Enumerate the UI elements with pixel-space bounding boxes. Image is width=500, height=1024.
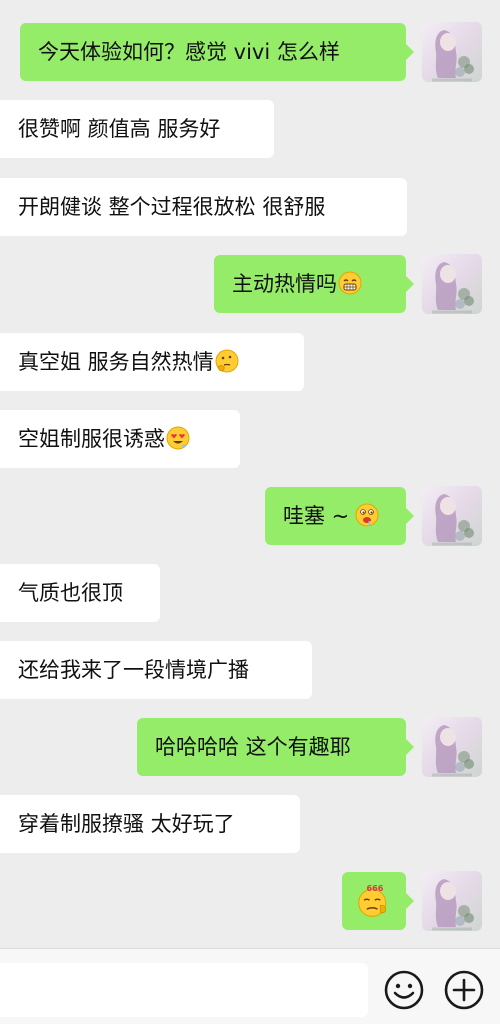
incoming-message[interactable]: 开朗健谈 整个过程很放松 很舒服 xyxy=(0,178,407,236)
avatar[interactable] xyxy=(422,22,482,82)
incoming-message[interactable]: 空姐制服很诱惑 xyxy=(0,410,240,468)
message-text: 穿着制服撩骚 太好玩了 xyxy=(18,812,235,836)
incoming-message[interactable]: 穿着制服撩骚 太好玩了 xyxy=(0,795,300,853)
avatar[interactable] xyxy=(422,486,482,546)
outgoing-message[interactable]: 主动热情吗 xyxy=(214,255,414,313)
message-row: 空姐制服很诱惑 xyxy=(0,410,500,468)
avatar[interactable] xyxy=(422,717,482,777)
drooling-emoji xyxy=(355,503,379,527)
incoming-message[interactable]: 真空姐 服务自然热情 xyxy=(0,333,304,391)
message-text: 还给我来了一段情境广播 xyxy=(18,658,249,682)
heart-eyes-emoji xyxy=(166,426,190,450)
message-row: 今天体验如何？感觉 vivi 怎么样 xyxy=(0,22,500,82)
message-text: 今天体验如何？感觉 vivi 怎么样 xyxy=(38,40,340,64)
message-input[interactable] xyxy=(0,963,368,1017)
message-text: 真空姐 服务自然热情 xyxy=(18,350,214,374)
message-row: 主动热情吗 xyxy=(0,254,500,314)
message-text: 气质也很顶 xyxy=(18,581,123,605)
message-row: 还给我来了一段情境广播 xyxy=(0,641,500,699)
grin-sweat-emoji xyxy=(338,271,362,295)
avatar[interactable] xyxy=(422,254,482,314)
composer-bar xyxy=(0,948,500,1024)
message-text: 空姐制服很诱惑 xyxy=(18,427,165,451)
message-text: 开朗健谈 整个过程很放松 很舒服 xyxy=(18,195,326,219)
message-text: 哈哈哈哈 这个有趣耶 xyxy=(155,735,351,759)
thinking-emoji xyxy=(215,349,239,373)
message-list[interactable]: 今天体验如何？感觉 vivi 怎么样 很赞啊 颜值高 服务好 开朗健谈 整个过程… xyxy=(0,0,500,948)
message-row: 真空姐 服务自然热情 xyxy=(0,333,500,391)
incoming-message[interactable]: 还给我来了一段情境广播 xyxy=(0,641,312,699)
svg-text:666: 666 xyxy=(366,883,383,893)
outgoing-message[interactable]: 666 xyxy=(342,872,414,930)
chat-screen: 今天体验如何？感觉 vivi 怎么样 很赞啊 颜值高 服务好 开朗健谈 整个过程… xyxy=(0,0,500,1024)
emoji-button[interactable] xyxy=(383,969,425,1011)
message-row: 很赞啊 颜值高 服务好 xyxy=(0,100,500,158)
message-row: 穿着制服撩骚 太好玩了 xyxy=(0,795,500,853)
incoming-message[interactable]: 很赞啊 颜值高 服务好 xyxy=(0,100,274,158)
plus-circle-icon xyxy=(444,970,484,1010)
outgoing-message[interactable]: 哈哈哈哈 这个有趣耶 xyxy=(137,718,414,776)
message-text: 主动热情吗 xyxy=(232,272,337,296)
message-row: 哇塞 ~ xyxy=(0,486,500,546)
message-text: 很赞啊 颜值高 服务好 xyxy=(18,117,221,141)
more-button[interactable] xyxy=(443,969,485,1011)
avatar[interactable] xyxy=(422,871,482,931)
666-emoji: 666 xyxy=(358,883,387,917)
outgoing-message[interactable]: 今天体验如何？感觉 vivi 怎么样 xyxy=(20,23,414,81)
outgoing-message[interactable]: 哇塞 ~ xyxy=(265,487,414,545)
message-text: 哇塞 ~ xyxy=(283,504,350,528)
message-row: 哈哈哈哈 这个有趣耶 xyxy=(0,717,500,777)
smiley-icon xyxy=(384,970,424,1010)
message-row: 666 xyxy=(0,871,500,931)
message-row: 气质也很顶 xyxy=(0,564,500,622)
incoming-message[interactable]: 气质也很顶 xyxy=(0,564,160,622)
message-row: 开朗健谈 整个过程很放松 很舒服 xyxy=(0,178,500,236)
